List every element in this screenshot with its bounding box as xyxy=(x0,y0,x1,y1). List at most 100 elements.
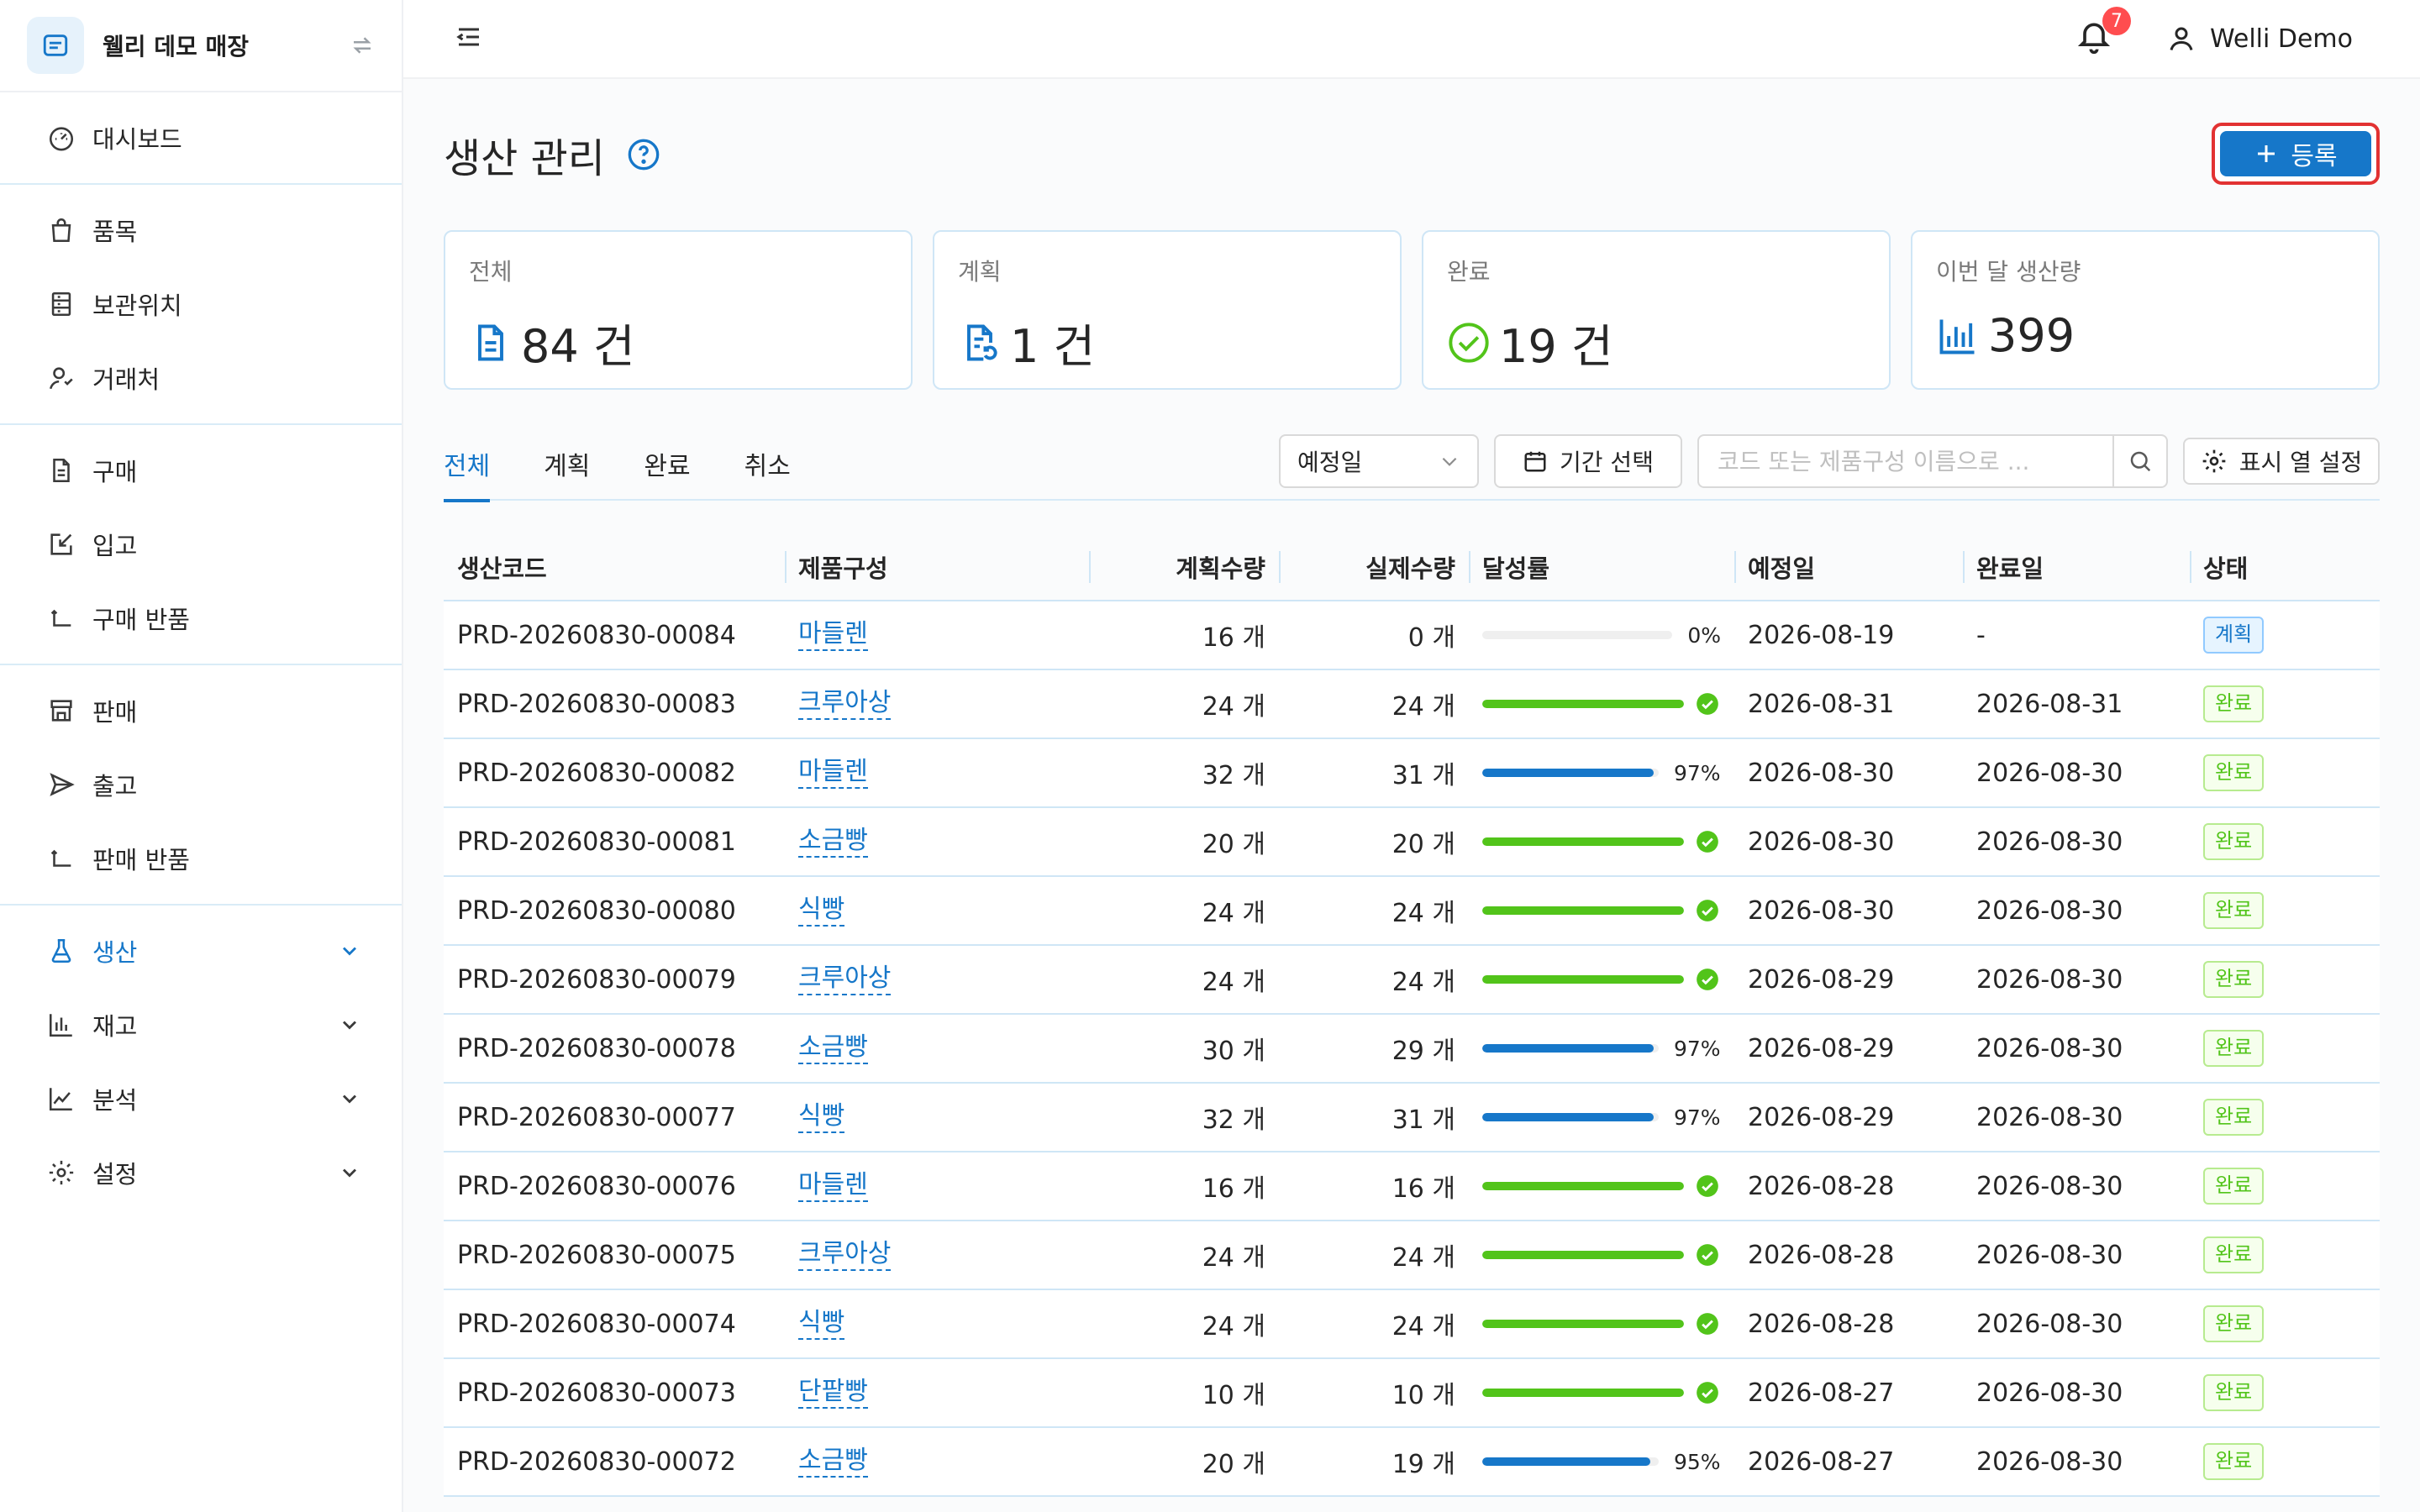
due-date: 2026-08-19 xyxy=(1748,620,1895,650)
column-header[interactable]: 계획수량 xyxy=(1089,534,1279,600)
tab[interactable]: 계획 xyxy=(544,433,590,501)
tab[interactable]: 전체 xyxy=(444,433,491,502)
user-icon xyxy=(2170,27,2193,50)
sidebar-item[interactable]: 구매 xyxy=(0,433,402,507)
product-link[interactable]: 식빵 xyxy=(798,1308,845,1340)
date-type-select[interactable]: 예정일 xyxy=(1279,434,1479,488)
column-header[interactable]: 상태 xyxy=(2190,534,2380,600)
product-link[interactable]: 마들렌 xyxy=(798,757,868,789)
sidebar-item[interactable]: 생산 xyxy=(0,914,402,988)
product-link[interactable]: 마들렌 xyxy=(798,619,868,651)
sidebar-item[interactable]: 판매 반품 xyxy=(0,822,402,895)
menu-collapse-icon[interactable] xyxy=(454,22,487,55)
progress-fill xyxy=(1482,1182,1684,1190)
column-header[interactable]: 실제수량 xyxy=(1279,534,1469,600)
sidebar-item[interactable]: 분석 xyxy=(0,1062,402,1136)
progress-bar xyxy=(1482,906,1684,915)
user-menu[interactable]: Welli Demo xyxy=(2166,24,2353,54)
register-button[interactable]: 등록 xyxy=(2212,123,2380,185)
table-row[interactable]: PRD-20260830-00081 소금빵 20 개 20 개 2026-08-30 2… xyxy=(444,808,2380,877)
sidebar-item[interactable]: 설정 xyxy=(0,1136,402,1210)
column-header[interactable]: 예정일 xyxy=(1734,534,1963,600)
due-date: 2026-08-29 xyxy=(1748,1102,1895,1132)
status-badge: 완료 xyxy=(2203,892,2265,929)
table-row[interactable]: PRD-20260830-00077 식빵 32 개 31 개 97% 2026-08-2… xyxy=(444,1084,2380,1152)
table-row[interactable]: PRD-20260830-00080 식빵 24 개 24 개 2026-08-30 20… xyxy=(444,877,2380,946)
product-link[interactable]: 마들렌 xyxy=(798,1170,868,1202)
column-header[interactable]: 달성률 xyxy=(1469,534,1734,600)
table-row[interactable]: PRD-20260830-00073 단팥빵 10 개 10 개 2026-08-27 2… xyxy=(444,1359,2380,1428)
due-date: 2026-08-28 xyxy=(1748,1171,1895,1201)
table-row[interactable]: PRD-20260830-00079 크루아상 24 개 24 개 2026-08-29… xyxy=(444,946,2380,1015)
product-link[interactable]: 크루아상 xyxy=(798,688,892,720)
progress-bar xyxy=(1482,631,1673,639)
sidebar-item[interactable]: 재고 xyxy=(0,988,402,1062)
switch-store-icon[interactable] xyxy=(350,33,375,58)
nav-group: 판매출고판매 반품 xyxy=(0,665,402,906)
completed-date: 2026-08-30 xyxy=(1976,1309,2123,1339)
search-button[interactable] xyxy=(2112,436,2166,486)
column-header[interactable]: 완료일 xyxy=(1963,534,2190,600)
product-link[interactable]: 식빵 xyxy=(798,1101,845,1133)
completed-date: 2026-08-30 xyxy=(1976,964,2123,995)
sidebar-item[interactable]: 거래처 xyxy=(0,341,402,415)
product-link[interactable]: 식빵 xyxy=(798,895,845,927)
table-row[interactable]: PRD-20260830-00083 크루아상 24 개 24 개 2026-08-31… xyxy=(444,670,2380,739)
tab[interactable]: 취소 xyxy=(744,433,791,501)
dashboard-icon xyxy=(49,127,74,151)
date-range-button[interactable]: 기간 선택 xyxy=(1494,434,1682,488)
column-settings-button[interactable]: 표시 열 설정 xyxy=(2183,438,2380,485)
sidebar-item[interactable]: 입고 xyxy=(0,507,402,581)
table-row[interactable]: PRD-20260830-00075 크루아상 24 개 24 개 2026-08-28… xyxy=(444,1221,2380,1290)
sidebar-item[interactable]: 구매 반품 xyxy=(0,581,402,655)
top-header: 7 Welli Demo xyxy=(403,0,2420,79)
product-link[interactable]: 단팥빵 xyxy=(798,1377,868,1409)
check-circle-icon xyxy=(1697,831,1718,853)
actual-qty: 24 개 xyxy=(1392,1243,1455,1273)
progress-fill xyxy=(1482,1251,1684,1259)
sidebar-item-label: 출고 xyxy=(92,772,138,801)
product-link[interactable]: 소금빵 xyxy=(798,1032,868,1064)
search-box xyxy=(1697,434,2168,488)
table-row[interactable]: PRD-20260830-00082 마들렌 32 개 31 개 97% 2026-08-… xyxy=(444,739,2380,808)
production-code: PRD-20260830-00074 xyxy=(457,1309,736,1339)
column-header[interactable]: 생산코드 xyxy=(444,534,785,600)
sidebar-item-label: 대시보드 xyxy=(92,125,182,154)
completed-date: 2026-08-30 xyxy=(1976,1446,2123,1477)
product-link[interactable]: 소금빵 xyxy=(798,826,868,858)
table-row[interactable]: PRD-20260830-00076 마들렌 16 개 16 개 2026-08-28 2… xyxy=(444,1152,2380,1221)
product-link[interactable]: 크루아상 xyxy=(798,1239,892,1271)
table-row[interactable]: PRD-20260830-00074 식빵 24 개 24 개 2026-08-28 20… xyxy=(444,1290,2380,1359)
sidebar-item[interactable]: 품목 xyxy=(0,193,402,267)
progress-bar xyxy=(1482,700,1684,708)
product-link[interactable]: 소금빵 xyxy=(798,1446,868,1478)
product-link[interactable]: 크루아상 xyxy=(798,963,892,995)
completed-date: - xyxy=(1976,620,1986,650)
sidebar-item[interactable]: 대시보드 xyxy=(0,101,402,175)
shopping-bag-icon xyxy=(51,218,71,243)
due-date: 2026-08-30 xyxy=(1748,758,1895,788)
table-row[interactable]: PRD-20260830-00078 소금빵 30 개 29 개 97% 2026-08-… xyxy=(444,1015,2380,1084)
completed-date: 2026-08-30 xyxy=(1976,827,2123,857)
sidebar-item[interactable]: 판매 xyxy=(0,674,402,748)
table-row[interactable]: PRD-20260830-00084 마들렌 16 개 0 개 0% 2026-08-19… xyxy=(444,601,2380,670)
page-title: 생산 관리 xyxy=(444,135,605,182)
tab[interactable]: 완료 xyxy=(644,433,690,501)
search-input[interactable] xyxy=(1699,436,2112,486)
sidebar-item-label: 구매 반품 xyxy=(92,606,190,634)
chevron-down-icon xyxy=(343,1021,356,1030)
actual-qty: 31 개 xyxy=(1392,761,1455,790)
sidebar-item[interactable]: 출고 xyxy=(0,748,402,822)
progress-bar xyxy=(1482,1457,1659,1466)
production-code: PRD-20260830-00078 xyxy=(457,1033,736,1063)
completed-date: 2026-08-30 xyxy=(1976,1240,2123,1270)
table-row[interactable]: PRD-20260830-00072 소금빵 20 개 19 개 95% 2026-08-… xyxy=(444,1428,2380,1497)
date-range-label: 기간 선택 xyxy=(1560,449,1654,476)
actual-qty: 24 개 xyxy=(1392,899,1455,928)
column-header[interactable]: 제품구성 xyxy=(785,534,1089,600)
notification-button[interactable]: 7 xyxy=(2075,7,2131,59)
sidebar-item[interactable]: 보관위치 xyxy=(0,267,402,341)
store-header[interactable]: 웰리 데모 매장 xyxy=(0,0,402,92)
help-icon[interactable] xyxy=(627,138,660,171)
table-body: PRD-20260830-00084 마들렌 16 개 0 개 0% 2026-08-19… xyxy=(444,601,2380,1497)
